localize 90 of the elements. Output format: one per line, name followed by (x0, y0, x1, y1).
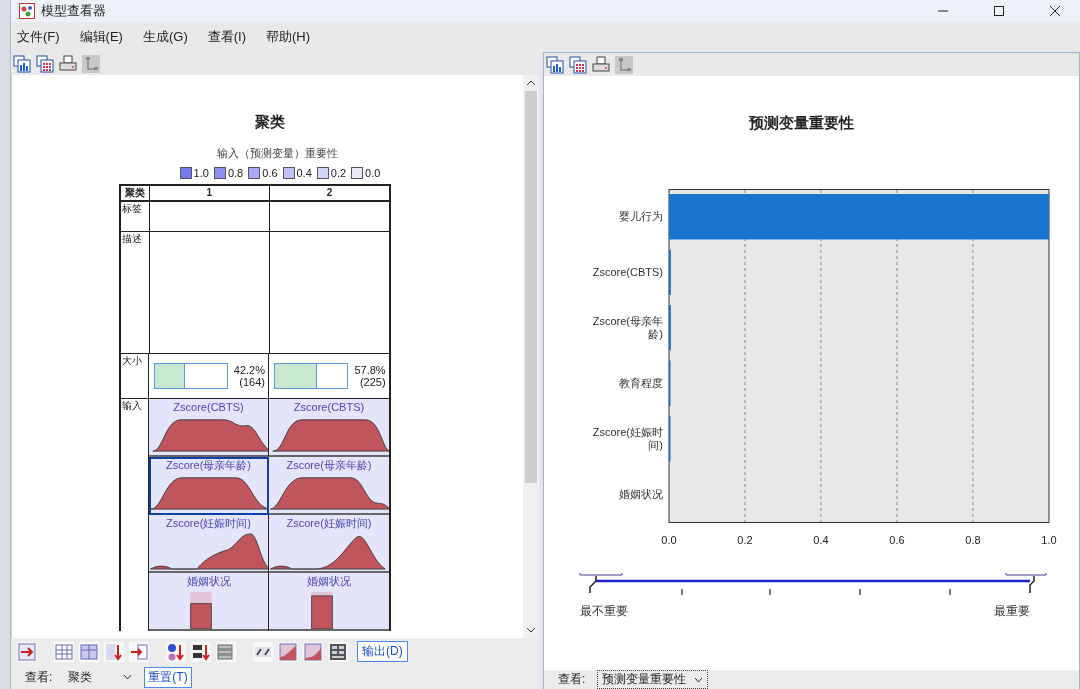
tick-label: 1.0 (1041, 534, 1057, 546)
feature-cell[interactable]: 婚姻状况 (269, 573, 389, 631)
table-icon[interactable] (36, 54, 54, 73)
tick-label: 0.8 (965, 534, 981, 546)
legend-label: 0.2 (330, 167, 347, 179)
printer-icon[interactable] (59, 54, 77, 73)
legend-label: 0.6 (262, 167, 278, 179)
pin-icon[interactable] (17, 641, 37, 662)
sort-icon[interactable] (166, 641, 186, 662)
bar-drawing (190, 592, 212, 629)
menu-item[interactable]: 帮助(H) (266, 28, 311, 46)
transpose-icon[interactable] (129, 641, 149, 662)
feature-name: Zscore(母亲年龄) (166, 458, 251, 472)
axis-label: Zscore(母亲年龄) (591, 314, 663, 341)
feature-name: Zscore(母亲年龄) (286, 458, 372, 472)
axis-label: Zscore(妊娠时间) (591, 425, 663, 452)
layout-icon[interactable] (328, 641, 348, 662)
table-icon[interactable] (569, 55, 587, 74)
row-header: 大小 (121, 354, 149, 398)
grid-icon[interactable] (54, 641, 74, 662)
grid-icon[interactable] (79, 641, 99, 662)
scale-low-label: 最不重要 (580, 603, 628, 620)
output-button[interactable]: 输出(D) (357, 641, 408, 662)
table-header: 1 (149, 186, 270, 200)
row-header: 标签 (121, 202, 150, 231)
feature-name: Zscore(妊娠时间) (166, 516, 251, 530)
feature-name: 婚姻状况 (307, 574, 351, 588)
feature-cell[interactable]: Zscore(母亲年龄) (269, 457, 389, 515)
menu-item[interactable]: 文件(F) (17, 28, 60, 46)
caret-icon (694, 676, 704, 683)
tick-label: 0.0 (661, 534, 677, 546)
maximize-icon[interactable] (993, 5, 1005, 17)
feature-name: Zscore(CBTS) (293, 400, 365, 414)
axis-label: 婚姻状况 (619, 487, 663, 501)
tick-label: 0.2 (737, 534, 753, 546)
printer-icon[interactable] (592, 55, 610, 74)
axis-label: Zscore(CBTS) (592, 265, 663, 279)
scroll-down-icon[interactable] (526, 626, 536, 634)
list-icon[interactable] (216, 641, 236, 662)
size-count: (164) (239, 376, 266, 388)
view-label: 查看: (25, 668, 53, 686)
scrollbar-thumb[interactable] (525, 91, 537, 483)
scroll-up-icon[interactable] (526, 79, 536, 87)
tick-label: 0.6 (889, 534, 905, 546)
chart-title: 预测变量重要性 (749, 114, 854, 133)
bar-drawing (310, 592, 333, 629)
importance-subtitle: 输入（预测变量）重要性 (217, 146, 338, 161)
size-percent: 42.2% (233, 364, 266, 376)
feature-cell[interactable]: Zscore(母亲年龄) (149, 457, 269, 515)
close-icon[interactable] (1049, 5, 1061, 17)
feature-cell[interactable]: Zscore(妊娠时间) (149, 515, 269, 573)
feature-name: Zscore(妊娠时间) (286, 516, 372, 530)
axis-label: 教育程度 (619, 376, 663, 390)
scale-high-label: 最重要 (994, 603, 1030, 620)
splitter-handle[interactable] (539, 52, 543, 689)
bar-chart-icon[interactable] (13, 54, 31, 73)
legend-label: 0.4 (296, 167, 312, 179)
window-title: 模型查看器 (41, 2, 106, 20)
area-chart-icon[interactable] (278, 641, 298, 662)
legend-label: 1.0 (193, 167, 209, 179)
app-icon (19, 3, 35, 19)
feature-cell[interactable]: Zscore(CBTS) (269, 399, 389, 457)
feature-cell[interactable]: Zscore(妊娠时间) (269, 515, 389, 573)
size-percent: 57.8% (354, 364, 386, 376)
sort-icon[interactable] (191, 641, 211, 662)
legend-label: 0.8 (227, 167, 244, 179)
menu-item[interactable]: 编辑(E) (79, 28, 123, 46)
area-chart-icon[interactable] (303, 641, 323, 662)
feature-name: Zscore(CBTS) (173, 400, 244, 414)
table-header: 聚类 (121, 186, 150, 200)
feature-cell[interactable]: 婚姻状况 (149, 573, 269, 631)
tree-icon[interactable] (82, 54, 100, 73)
bar-chart-icon[interactable] (546, 55, 564, 74)
feature-cell[interactable]: Zscore(CBTS) (149, 399, 269, 457)
table-header: 2 (325, 186, 334, 200)
menu-item[interactable]: 查看(I) (207, 28, 246, 46)
view-dropdown[interactable]: 预测变量重要性 (597, 670, 709, 689)
tree-icon[interactable] (615, 55, 633, 74)
legend-label: 0.0 (365, 167, 381, 179)
size-count: (225) (359, 376, 386, 388)
sort-icon[interactable] (104, 641, 124, 662)
axis-label: 婴儿行为 (619, 210, 663, 224)
caret-icon (123, 674, 133, 680)
reset-button[interactable]: 重置(T) (144, 666, 192, 688)
feature-name: 婚姻状况 (186, 574, 231, 588)
row-header: 描述 (121, 232, 150, 353)
menu-item[interactable]: 生成(G) (142, 28, 188, 46)
cluster-title: 聚类 (254, 113, 285, 132)
tick-label: 0.4 (813, 534, 829, 546)
view-label: 查看: (558, 671, 586, 688)
